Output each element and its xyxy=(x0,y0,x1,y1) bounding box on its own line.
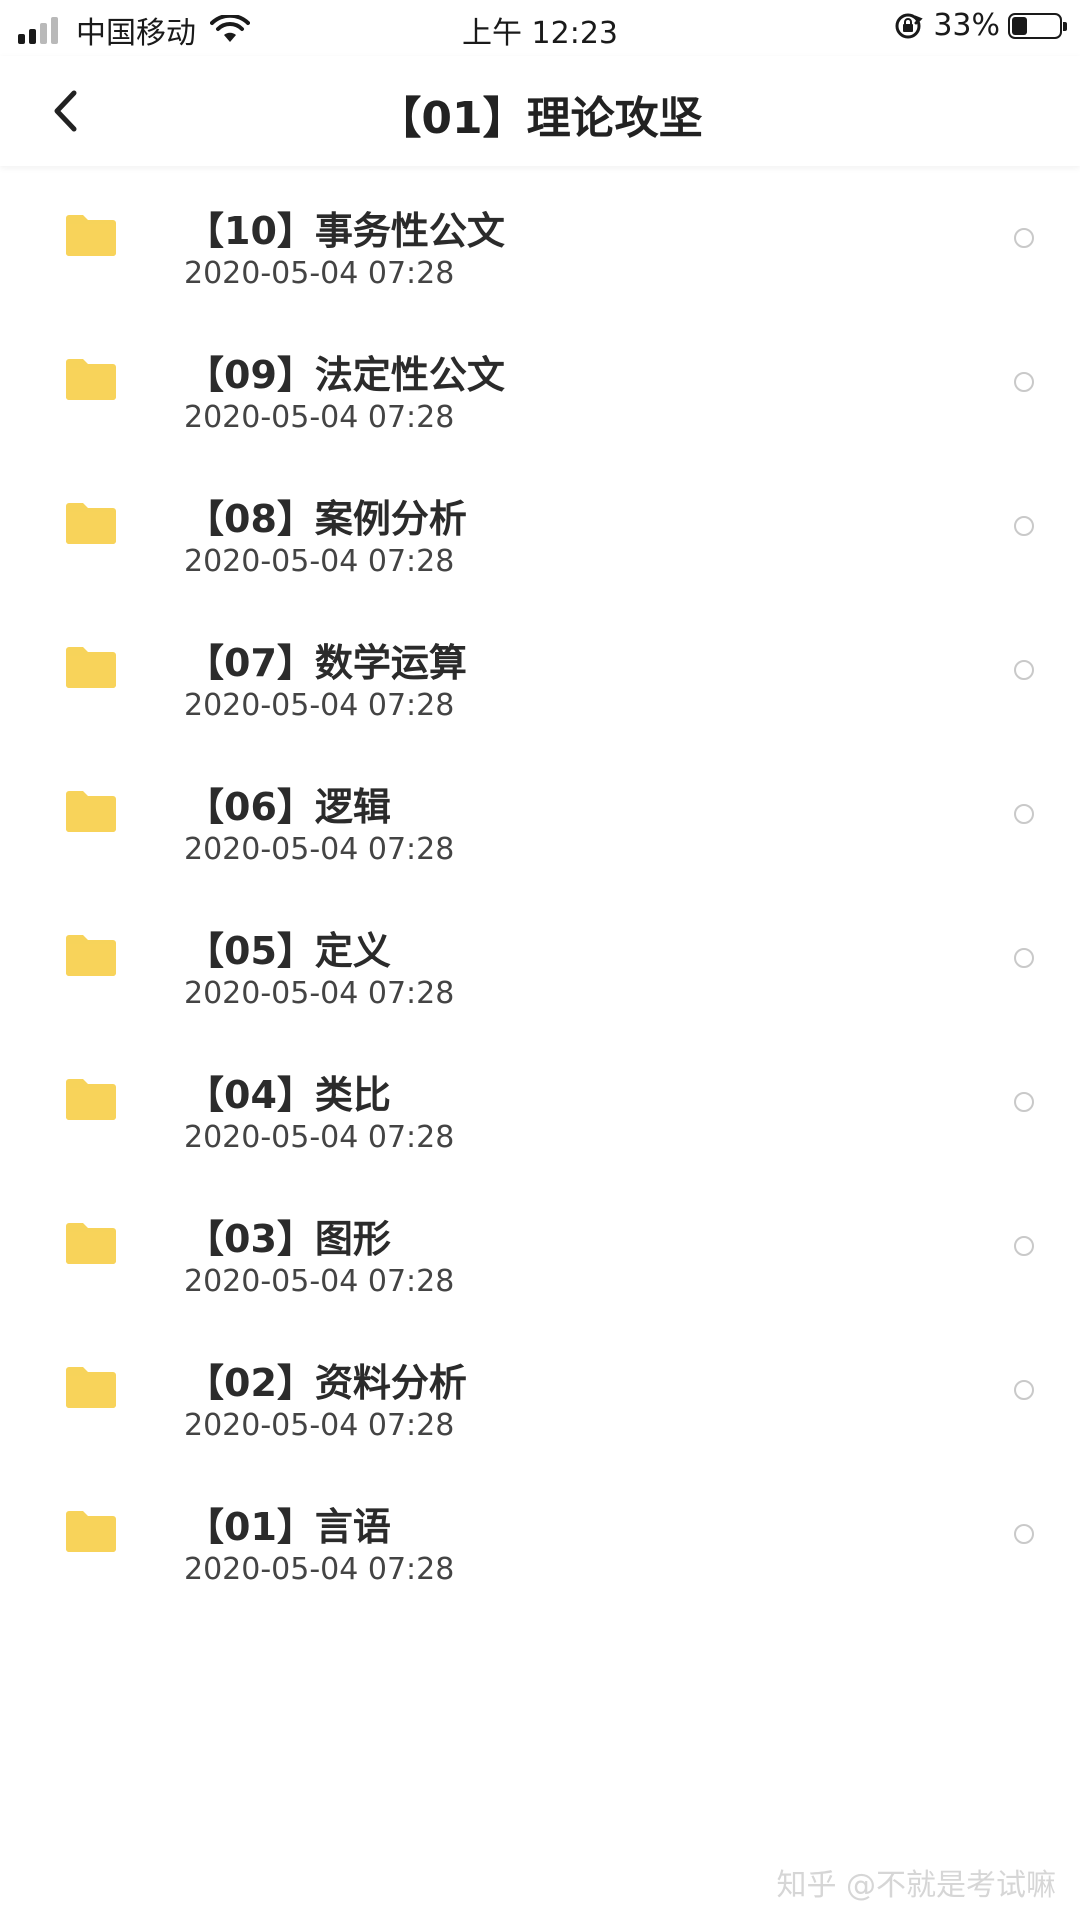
folder-icon xyxy=(66,503,116,544)
select-radio[interactable] xyxy=(1014,660,1034,680)
select-radio[interactable] xyxy=(1014,1092,1034,1112)
watermark: 知乎 @不就是考试嘛 xyxy=(776,1868,1056,1903)
select-radio[interactable] xyxy=(1014,372,1034,392)
file-date: 2020-05-04 07:28 xyxy=(184,1264,455,1299)
file-name: 【04】类比 xyxy=(186,1073,391,1117)
file-name: 【02】资料分析 xyxy=(186,1361,467,1405)
file-date: 2020-05-04 07:28 xyxy=(184,1408,455,1443)
file-date: 2020-05-04 07:28 xyxy=(184,256,455,291)
file-date: 2020-05-04 07:28 xyxy=(184,976,455,1011)
file-name: 【10】事务性公文 xyxy=(186,209,505,253)
list-item[interactable]: 【01】言语 2020-05-04 07:28 xyxy=(0,1466,1080,1610)
list-item[interactable]: 【10】事务性公文 2020-05-04 07:28 xyxy=(0,170,1080,314)
file-date: 2020-05-04 07:28 xyxy=(184,544,455,579)
folder-icon xyxy=(66,1223,116,1264)
file-name: 【08】案例分析 xyxy=(186,497,467,541)
select-radio[interactable] xyxy=(1014,804,1034,824)
file-name: 【09】法定性公文 xyxy=(186,353,505,397)
file-date: 2020-05-04 07:28 xyxy=(184,832,455,867)
page-title: 【01】理论攻坚 xyxy=(377,93,703,144)
file-name: 【06】逻辑 xyxy=(186,785,391,829)
folder-icon xyxy=(66,647,116,688)
select-radio[interactable] xyxy=(1014,1380,1034,1400)
list-item[interactable]: 【05】定义 2020-05-04 07:28 xyxy=(0,890,1080,1034)
select-radio[interactable] xyxy=(1014,948,1034,968)
folder-icon xyxy=(66,359,116,400)
select-radio[interactable] xyxy=(1014,228,1034,248)
folder-icon xyxy=(66,935,116,976)
file-list: 【10】事务性公文 2020-05-04 07:28 【09】法定性公文 2020-0… xyxy=(0,170,1080,1610)
select-radio[interactable] xyxy=(1014,1236,1034,1256)
status-right: 33% xyxy=(893,8,1067,43)
file-date: 2020-05-04 07:28 xyxy=(184,400,455,435)
list-item[interactable]: 【04】类比 2020-05-04 07:28 xyxy=(0,1034,1080,1178)
list-item[interactable]: 【09】法定性公文 2020-05-04 07:28 xyxy=(0,314,1080,458)
nav-bar: 【01】理论攻坚 xyxy=(0,56,1080,166)
status-bar: 中国移动 上午 12:23 33% xyxy=(0,0,1080,56)
folder-icon xyxy=(66,1511,116,1552)
folder-icon xyxy=(66,1079,116,1120)
battery-icon xyxy=(1008,12,1067,39)
battery-fill xyxy=(1012,16,1027,35)
folder-icon xyxy=(66,215,116,256)
file-name: 【03】图形 xyxy=(186,1217,391,1261)
file-date: 2020-05-04 07:28 xyxy=(184,1120,455,1155)
rotation-lock-icon xyxy=(895,13,923,38)
screen: 中国移动 上午 12:23 33% 【01】理论攻坚 【10】事务性公文 202… xyxy=(0,0,1080,1920)
folder-icon xyxy=(66,1367,116,1408)
list-item[interactable]: 【06】逻辑 2020-05-04 07:28 xyxy=(0,746,1080,890)
file-date: 2020-05-04 07:28 xyxy=(184,1552,455,1587)
list-item[interactable]: 【03】图形 2020-05-04 07:28 xyxy=(0,1178,1080,1322)
list-item[interactable]: 【07】数学运算 2020-05-04 07:28 xyxy=(0,602,1080,746)
file-name: 【05】定义 xyxy=(186,929,391,973)
folder-icon xyxy=(66,791,116,832)
file-date: 2020-05-04 07:28 xyxy=(184,688,455,723)
file-name: 【07】数学运算 xyxy=(186,641,467,685)
file-name: 【01】言语 xyxy=(186,1505,391,1549)
battery-percent: 33% xyxy=(933,8,1000,43)
select-radio[interactable] xyxy=(1014,1524,1034,1544)
list-item[interactable]: 【02】资料分析 2020-05-04 07:28 xyxy=(0,1322,1080,1466)
select-radio[interactable] xyxy=(1014,516,1034,536)
list-item[interactable]: 【08】案例分析 2020-05-04 07:28 xyxy=(0,458,1080,602)
